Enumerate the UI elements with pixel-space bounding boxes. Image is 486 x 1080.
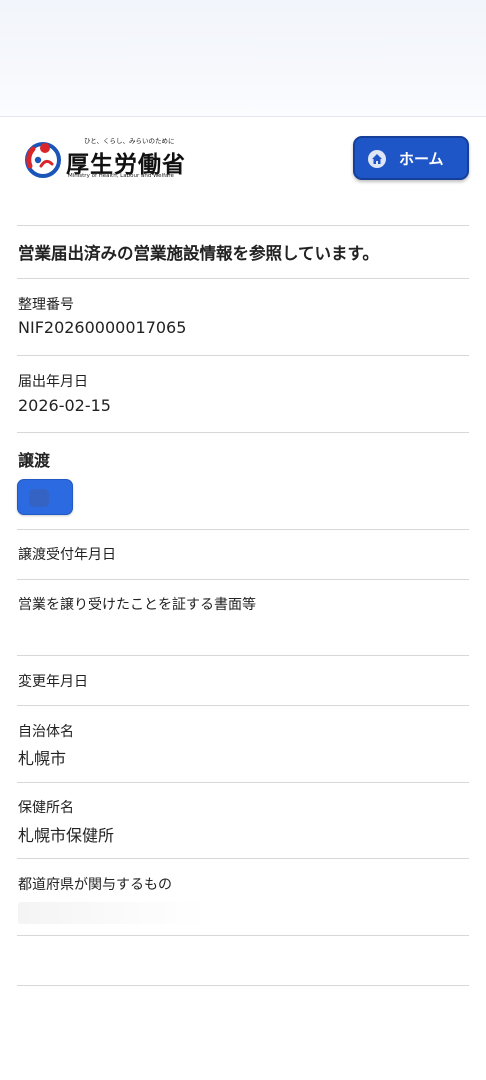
logo-english-name: Ministry of Health, Labour and Welfare [68, 173, 174, 179]
health-center-label: 保健所名 [18, 800, 74, 816]
divider [17, 858, 469, 859]
divider [17, 355, 469, 356]
reference-number-value: NIF20260000017065 [18, 318, 187, 337]
divider [17, 579, 469, 580]
redacted-value [18, 902, 208, 924]
logo-tagline: ひと、くらし、みらいのために [84, 137, 175, 145]
mhlw-emblem-icon [25, 142, 61, 178]
notification-date-value: 2026-02-15 [18, 396, 111, 415]
reference-number-label: 整理番号 [18, 297, 74, 313]
toggle-knob [29, 489, 49, 507]
divider [17, 985, 469, 986]
transfer-date-label: 譲渡受付年月日 [18, 547, 116, 563]
divider [17, 782, 469, 783]
divider [17, 529, 469, 530]
home-button-label: ホーム [399, 150, 444, 168]
transfer-toggle[interactable] [17, 479, 73, 515]
transfer-section-title: 譲渡 [18, 451, 51, 470]
divider [17, 935, 469, 936]
municipality-value: 札幌市 [18, 749, 67, 768]
prefecture-related-label: 都道府県が関与するもの [18, 877, 172, 893]
notification-date-label: 届出年月日 [18, 374, 88, 390]
mhlw-logo[interactable]: ひと、くらし、みらいのために 厚生労働省 Ministry of Health,… [24, 135, 185, 185]
change-date-label: 変更年月日 [18, 674, 88, 690]
health-center-value: 札幌市保健所 [18, 826, 115, 845]
divider [17, 278, 469, 279]
home-button[interactable]: ホーム [353, 136, 469, 180]
page-notice: 営業届出済みの営業施設情報を参照しています。 [18, 244, 379, 263]
municipality-label: 自治体名 [18, 724, 74, 740]
divider [17, 705, 469, 706]
divider [17, 655, 469, 656]
top-banner [0, 0, 486, 117]
divider [17, 225, 469, 226]
transfer-document-label: 営業を譲り受けたことを証する書面等 [18, 597, 256, 613]
home-icon [368, 150, 386, 168]
divider [17, 432, 469, 433]
